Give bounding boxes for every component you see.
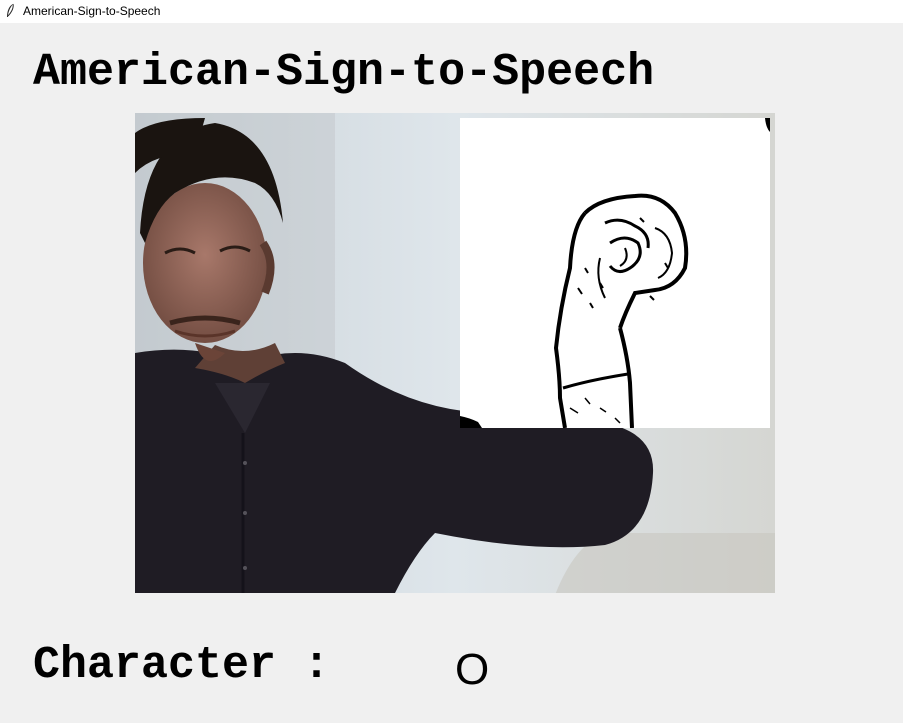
processed-hand-image: [460, 118, 770, 428]
character-label: Character :: [33, 640, 331, 691]
window-title: American-Sign-to-Speech: [23, 4, 161, 18]
feather-icon: [5, 3, 15, 19]
predicted-character: O: [455, 645, 490, 694]
app-heading: American-Sign-to-Speech: [33, 47, 655, 98]
window-titlebar: American-Sign-to-Speech: [0, 0, 903, 23]
